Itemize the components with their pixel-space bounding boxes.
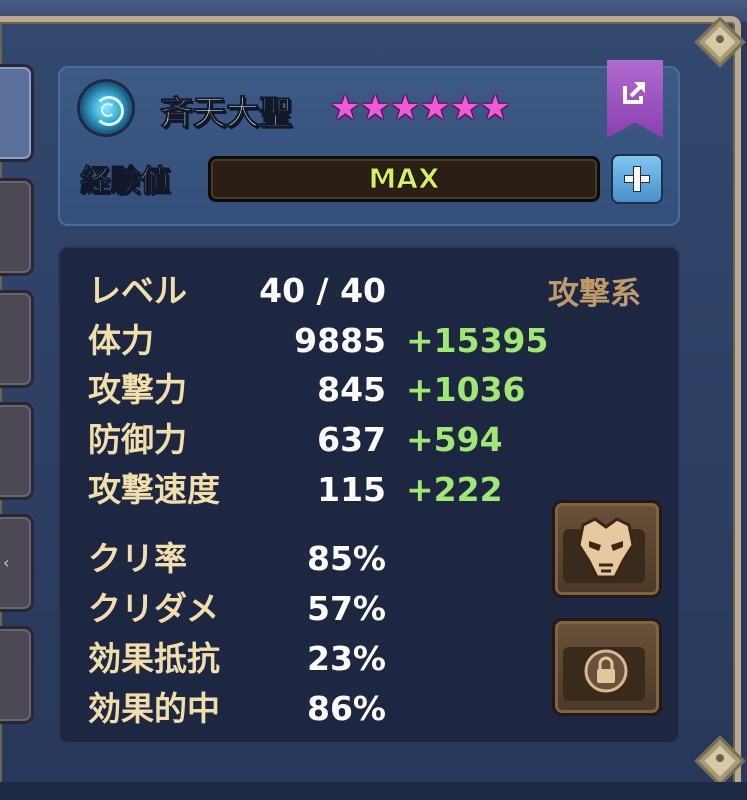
add-exp-button[interactable] <box>611 154 663 204</box>
side-tab[interactable] <box>0 402 34 500</box>
side-tab[interactable] <box>0 626 34 724</box>
stat-label: 攻撃速度 <box>88 470 220 509</box>
wind-swirl-icon <box>80 82 132 134</box>
stat-value: 86% <box>307 689 386 728</box>
side-tab[interactable]: ‹ <box>0 514 34 612</box>
star-icon: ★ <box>360 88 391 128</box>
stat-bonus: +594 <box>406 420 503 459</box>
window-bottom-strip <box>0 782 747 800</box>
star-icon: ★ <box>390 88 421 128</box>
stat-value: 637 <box>317 420 386 459</box>
stat-bonus: +15395 <box>406 321 549 360</box>
exp-bar: MAX <box>208 156 600 202</box>
stat-label: 効果的中 <box>88 689 220 728</box>
star-rating: ★ ★ ★ ★ ★ ★ <box>330 88 510 128</box>
stat-label: レベル <box>88 271 187 310</box>
stat-bonus: +1036 <box>406 370 526 409</box>
stat-label: クリダメ <box>88 589 220 628</box>
stat-value: 85% <box>307 539 386 578</box>
stat-value: 115 <box>317 470 386 509</box>
stat-value: 57% <box>307 589 386 628</box>
lock-icon <box>584 649 628 693</box>
stat-value: 9885 <box>294 321 386 360</box>
star-icon: ★ <box>450 88 481 128</box>
lock-button[interactable] <box>552 618 662 716</box>
stat-bonus: +222 <box>406 470 503 509</box>
star-icon: ★ <box>330 88 361 128</box>
share-export-icon <box>623 82 645 104</box>
side-tab-info[interactable] <box>0 64 34 162</box>
exp-label: 経験値 <box>80 164 171 200</box>
skill-mask-button[interactable] <box>552 500 662 598</box>
star-icon: ★ <box>420 88 451 128</box>
monster-type-label: 攻撃系 <box>548 276 641 312</box>
side-tab[interactable] <box>0 290 34 388</box>
stat-label: 攻撃力 <box>88 370 187 409</box>
stat-label: クリ率 <box>88 539 187 578</box>
stat-value: 40 / 40 <box>259 271 386 310</box>
exp-bar-text: MAX <box>368 162 440 196</box>
monster-name: 斉天大聖 <box>160 93 293 133</box>
stat-label: 防御力 <box>88 420 187 459</box>
mask-icon <box>577 517 635 579</box>
side-tab[interactable] <box>0 178 34 276</box>
star-icon: ★ <box>480 88 511 128</box>
stat-value: 23% <box>307 639 386 678</box>
caret-icon: ‹ <box>3 553 10 572</box>
stat-label: 効果抵抗 <box>88 639 220 678</box>
stat-value: 845 <box>317 370 386 409</box>
stat-label: 体力 <box>88 321 154 360</box>
